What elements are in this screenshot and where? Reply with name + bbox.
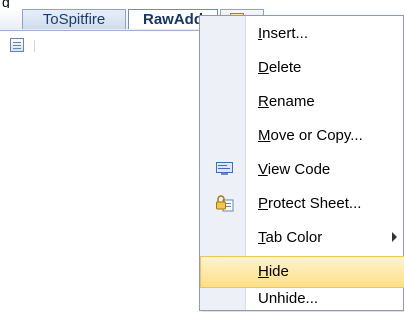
menu-mnemonic-hide: H [258,263,269,280]
menu-mnemonic-move-or-copy: M [258,127,271,144]
menu-item-rename-label: ename [268,93,315,110]
menu-item-rename[interactable]: Rename [200,86,404,118]
menu-item-tab-color-label: ab Color [265,229,323,246]
submenu-arrow-icon [392,232,397,242]
sheet-view-icon[interactable] [10,38,24,52]
menu-mnemonic-view-code: V [258,161,268,178]
menu-item-insert-label: nsert... [262,25,309,42]
menu-item-delete[interactable]: Delete [200,52,404,84]
menu-item-view-code[interactable]: View Code [200,154,404,186]
menu-item-insert[interactable]: Insert... [200,18,404,50]
toolbar-divider [34,40,35,52]
menu-item-unhide[interactable]: Unhide... [200,282,404,312]
menu-item-tab-color[interactable]: Tab Color [200,222,404,254]
menu-item-protect-sheet-label: rotect Sheet... [268,195,362,212]
tab-tospitfire[interactable]: ToSpitfire [22,9,126,29]
menu-item-protect-sheet[interactable]: Protect Sheet... [200,188,404,220]
protect-sheet-icon [216,195,234,212]
menu-item-view-code-label: iew Code [267,161,331,178]
menu-mnemonic-rename: R [258,93,269,110]
tab-tospitfire-label: ToSpitfire [42,11,106,28]
menu-mnemonic-protect-sheet: P [258,195,269,212]
menu-item-unhide-label: Unhide... [258,290,319,307]
menu-item-move-or-copy[interactable]: Move or Copy... [200,120,404,152]
menu-mnemonic-tab-color: T [258,229,266,246]
menu-item-hide-label: ide [268,263,289,280]
menu-item-delete-label: elete [268,59,302,76]
tab-rawadd-label: RawAdd [143,11,203,28]
menu-item-move-or-copy-label: ove or Copy... [270,127,363,144]
menu-mnemonic-delete: D [258,59,269,76]
top-margin: g [0,0,404,10]
sheet-context-menu: Insert... Delete Rename Move or Copy... … [199,15,404,311]
view-code-icon [216,162,233,175]
